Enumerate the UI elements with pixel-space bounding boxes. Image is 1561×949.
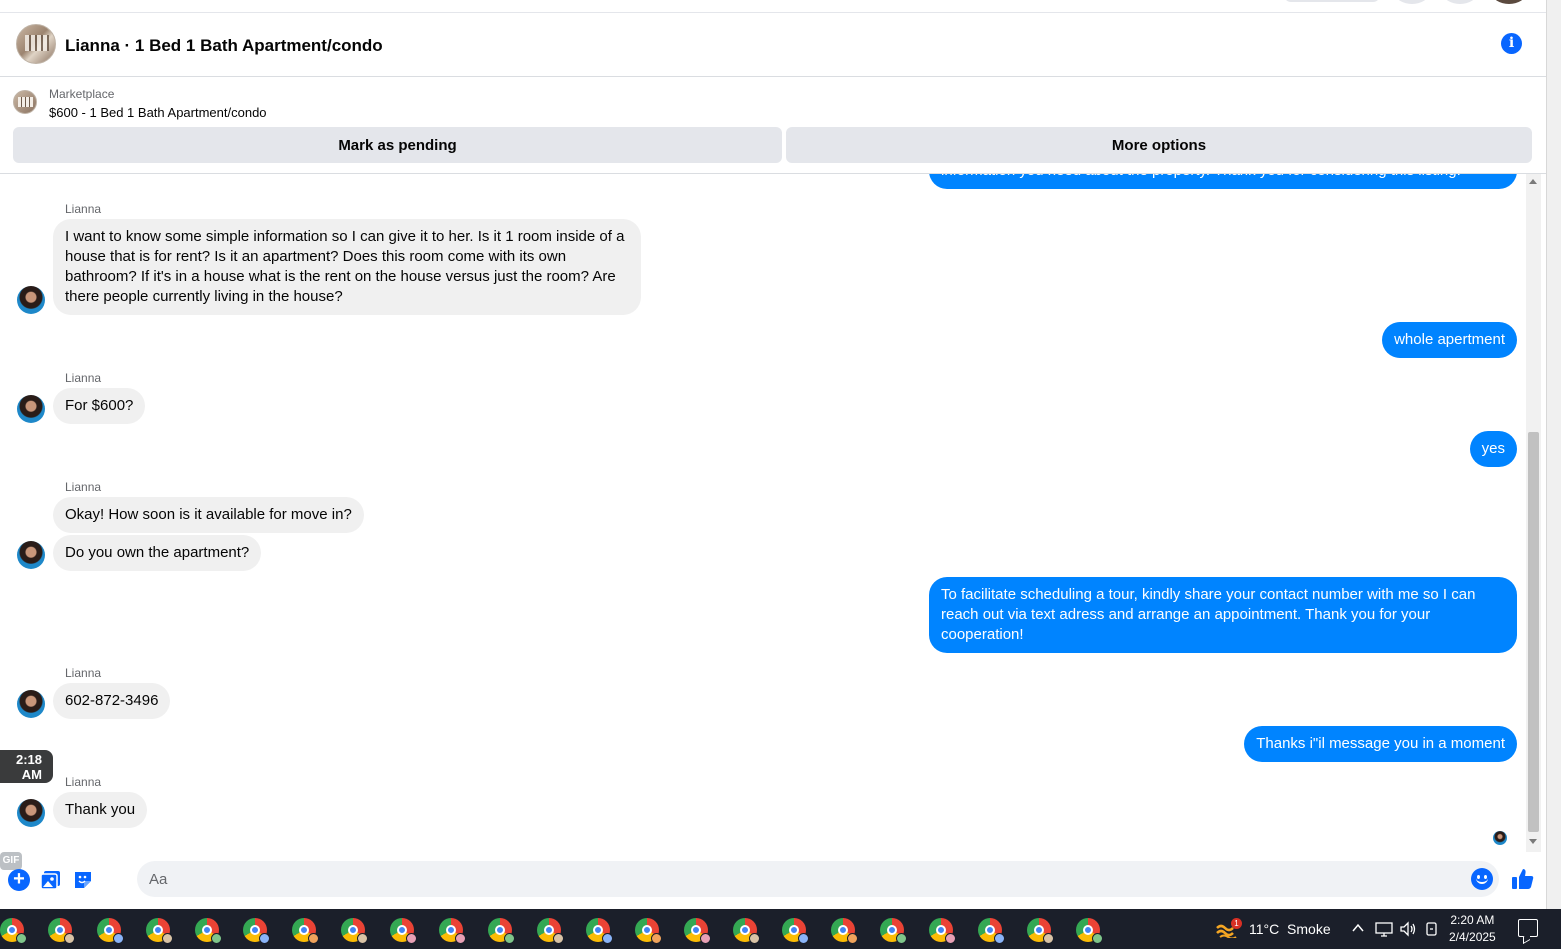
seen-indicator-avatar [1493, 831, 1507, 845]
chrome-icon[interactable] [782, 918, 809, 944]
message-list[interactable]: information you need about the property.… [0, 174, 1526, 852]
listing-thumbnail[interactable] [13, 90, 37, 114]
chrome-icon[interactable] [292, 918, 319, 944]
scroll-down-icon[interactable] [1529, 839, 1537, 844]
more-options-button[interactable]: More options [786, 127, 1532, 163]
plus-icon[interactable]: + [8, 869, 30, 891]
sticker-icon[interactable] [72, 869, 94, 891]
mark-as-pending-button[interactable]: Mark as pending [13, 127, 782, 163]
chrome-icon[interactable] [195, 918, 222, 944]
chrome-icon[interactable] [48, 918, 75, 944]
contact-avatar[interactable] [17, 541, 45, 569]
emoji-icon[interactable] [1471, 868, 1493, 890]
chrome-icon[interactable] [586, 918, 613, 944]
windows-taskbar: 1 11°C Smoke 2:20 AM 2/4/2025 [0, 909, 1561, 949]
chrome-icon[interactable] [733, 918, 760, 944]
weather-temperature: 11°C [1249, 921, 1280, 937]
photo-icon[interactable] [40, 869, 62, 891]
weather-widget[interactable]: 11°C Smoke [1249, 921, 1331, 937]
contact-avatar[interactable] [17, 799, 45, 827]
contact-avatar[interactable] [17, 395, 45, 423]
chrome-icon[interactable] [635, 918, 662, 944]
weather-alert-badge: 1 [1231, 918, 1242, 929]
like-icon[interactable] [1510, 866, 1536, 892]
chrome-icon[interactable] [978, 918, 1005, 944]
chrome-icon[interactable] [146, 918, 173, 944]
system-clock[interactable]: 2:20 AM 2/4/2025 [1449, 912, 1496, 946]
sender-name: Lianna [65, 480, 102, 494]
profile-avatar-partial[interactable] [1492, 0, 1526, 4]
message-time-tooltip: 2:18 AM [0, 750, 53, 783]
message-bubble-outgoing[interactable]: yes [1469, 431, 1517, 467]
marketplace-label: Marketplace [49, 87, 115, 101]
chrome-icon[interactable] [341, 918, 368, 944]
chrome-icon[interactable] [97, 918, 124, 944]
sender-name: Lianna [65, 371, 102, 385]
sender-name: Lianna [65, 775, 102, 789]
message-input[interactable] [137, 861, 1499, 897]
menu-button-partial[interactable] [1395, 0, 1429, 4]
tray-chevron-up-icon[interactable] [1351, 921, 1365, 938]
message-bubble-outgoing[interactable]: information you need about the property.… [929, 174, 1517, 189]
message-bubble-incoming[interactable]: Do you own the apartment? [53, 535, 262, 571]
message-bubble-incoming[interactable]: 602-872-3496 [53, 683, 171, 719]
chat-title[interactable]: Lianna · 1 Bed 1 Bath Apartment/condo [65, 36, 383, 56]
notification-center-icon[interactable] [1518, 919, 1538, 937]
top-toolbar-partial [0, 0, 1546, 13]
chrome-icon[interactable] [0, 918, 27, 944]
message-bubble-outgoing[interactable]: To facilitate scheduling a tour, kindly … [929, 577, 1517, 653]
sender-name: Lianna [65, 666, 102, 680]
scrollbar-thumb[interactable] [1528, 432, 1539, 832]
sender-name: Lianna [65, 202, 102, 216]
message-bubble-incoming[interactable]: Okay! How soon is it available for move … [53, 497, 364, 533]
clock-date: 2/4/2025 [1449, 930, 1496, 944]
info-icon[interactable]: i [1501, 33, 1522, 54]
chrome-icon[interactable] [537, 918, 564, 944]
chrome-icon[interactable] [684, 918, 711, 944]
window-edge [1546, 0, 1561, 909]
contact-avatar[interactable] [17, 690, 45, 718]
message-bubble-outgoing[interactable]: whole apertment [1382, 322, 1517, 358]
notifications-button-partial[interactable] [1443, 0, 1477, 4]
contact-avatar[interactable] [17, 286, 45, 314]
battery-icon[interactable] [1424, 921, 1440, 940]
scroll-up-icon[interactable] [1529, 179, 1537, 184]
chrome-icon[interactable] [243, 918, 270, 944]
message-bubble-incoming[interactable]: For $600? [53, 388, 146, 424]
message-bubble-outgoing[interactable]: Thanks i"il message you in a moment [1244, 726, 1517, 762]
message-composer: + GIF [0, 852, 1546, 909]
chrome-icon[interactable] [929, 918, 956, 944]
chat-header: Lianna · 1 Bed 1 Bath Apartment/condo i [0, 13, 1546, 77]
message-bubble-incoming[interactable]: Thank you [53, 792, 148, 828]
message-scrollbar[interactable] [1526, 174, 1541, 852]
chrome-icon[interactable] [390, 918, 417, 944]
chrome-icon[interactable] [880, 918, 907, 944]
clock-time: 2:20 AM [1450, 913, 1495, 927]
message-bubble-incoming[interactable]: I want to know some simple information s… [53, 219, 641, 315]
listing-avatar[interactable] [16, 24, 56, 64]
listing-title[interactable]: $600 - 1 Bed 1 Bath Apartment/condo [49, 105, 267, 120]
marketplace-banner: Marketplace $600 - 1 Bed 1 Bath Apartmen… [0, 78, 1546, 174]
network-icon[interactable] [1375, 921, 1393, 940]
chrome-icon[interactable] [488, 918, 515, 944]
volume-icon[interactable] [1399, 921, 1417, 940]
chrome-icon[interactable] [831, 918, 858, 944]
toolbar-search-partial[interactable] [1284, 0, 1380, 2]
chrome-icon[interactable] [439, 918, 466, 944]
chrome-icon[interactable] [1027, 918, 1054, 944]
chrome-icon[interactable] [1076, 918, 1103, 944]
weather-condition: Smoke [1287, 921, 1331, 937]
